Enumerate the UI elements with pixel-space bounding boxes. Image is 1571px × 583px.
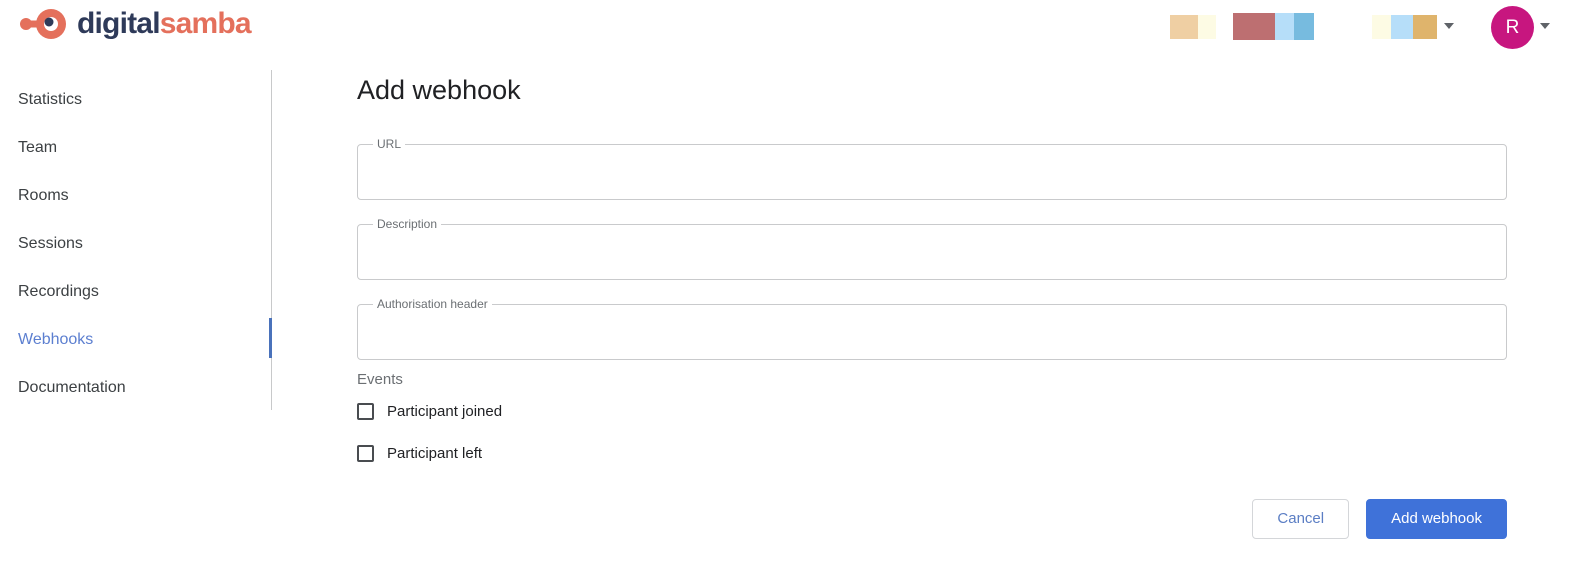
header-swatch-1-1 bbox=[1170, 15, 1198, 39]
description-field[interactable]: Description bbox=[357, 217, 1507, 280]
authorisation-header-input[interactable] bbox=[358, 305, 1506, 359]
avatar-initial: R bbox=[1505, 16, 1520, 38]
checkbox-participant-joined-label: Participant joined bbox=[387, 403, 503, 420]
events-label: Events bbox=[357, 371, 403, 388]
header-swatch-3-3 bbox=[1413, 15, 1437, 39]
header-badge-group-2[interactable] bbox=[1233, 13, 1314, 40]
brand-name-primary: digital bbox=[77, 7, 161, 40]
authorisation-header-field-label: Authorisation header bbox=[373, 297, 492, 311]
page-title: Add webhook bbox=[357, 75, 521, 105]
checkbox-participant-left[interactable]: Participant left bbox=[357, 444, 482, 463]
header-swatch-2-3 bbox=[1294, 13, 1314, 40]
chevron-down-icon[interactable] bbox=[1540, 23, 1550, 29]
header-badge-group-1[interactable] bbox=[1170, 15, 1216, 39]
form-actions: Cancel Add webhook bbox=[1252, 499, 1507, 539]
sidebar-divider bbox=[271, 70, 272, 410]
chevron-down-icon[interactable] bbox=[1444, 23, 1454, 29]
checkbox-participant-left-label: Participant left bbox=[387, 445, 483, 462]
sidebar-item-rooms[interactable]: Rooms bbox=[18, 186, 69, 206]
header-swatch-2-2 bbox=[1275, 13, 1294, 40]
sidebar-item-sessions[interactable]: Sessions bbox=[18, 234, 83, 254]
sidebar-item-statistics[interactable]: Statistics bbox=[18, 90, 82, 110]
sidebar-item-recordings[interactable]: Recordings bbox=[18, 282, 99, 302]
sidebar-item-webhooks[interactable]: Webhooks bbox=[18, 330, 93, 350]
description-input[interactable] bbox=[358, 225, 1506, 279]
header-swatch-2-1 bbox=[1233, 13, 1275, 40]
brand-name-secondary: samba bbox=[159, 7, 252, 40]
brand-logo-text: digitalsamba bbox=[77, 7, 252, 41]
url-field[interactable]: URL bbox=[357, 137, 1507, 200]
description-field-label: Description bbox=[373, 217, 442, 231]
header-swatch-3-2 bbox=[1391, 15, 1413, 39]
url-input[interactable] bbox=[358, 145, 1506, 199]
checkbox-participant-joined[interactable]: Participant joined bbox=[357, 402, 502, 421]
header-badge-group-3[interactable] bbox=[1372, 15, 1437, 39]
header-swatch-1-2 bbox=[1198, 15, 1216, 39]
top-header: digitalsamba R bbox=[0, 0, 1571, 55]
add-webhook-button[interactable]: Add webhook bbox=[1366, 499, 1507, 539]
sidebar-item-team[interactable]: Team bbox=[18, 138, 57, 158]
url-field-label: URL bbox=[373, 137, 406, 151]
checkbox-unchecked-icon[interactable] bbox=[357, 403, 374, 420]
sidebar-item-documentation[interactable]: Documentation bbox=[18, 378, 126, 398]
brand-logo[interactable]: digitalsamba bbox=[18, 7, 252, 41]
cancel-button[interactable]: Cancel bbox=[1252, 499, 1350, 539]
header-swatch-3-1 bbox=[1372, 15, 1391, 39]
authorisation-header-field[interactable]: Authorisation header bbox=[357, 297, 1507, 360]
checkbox-unchecked-icon[interactable] bbox=[357, 445, 374, 462]
digitalsamba-circle-logo-icon bbox=[18, 7, 68, 41]
avatar[interactable]: R bbox=[1491, 6, 1534, 49]
sidebar-active-indicator bbox=[269, 318, 272, 358]
app-root: digitalsamba R Statistics Team Rooms Ses… bbox=[0, 0, 1571, 583]
